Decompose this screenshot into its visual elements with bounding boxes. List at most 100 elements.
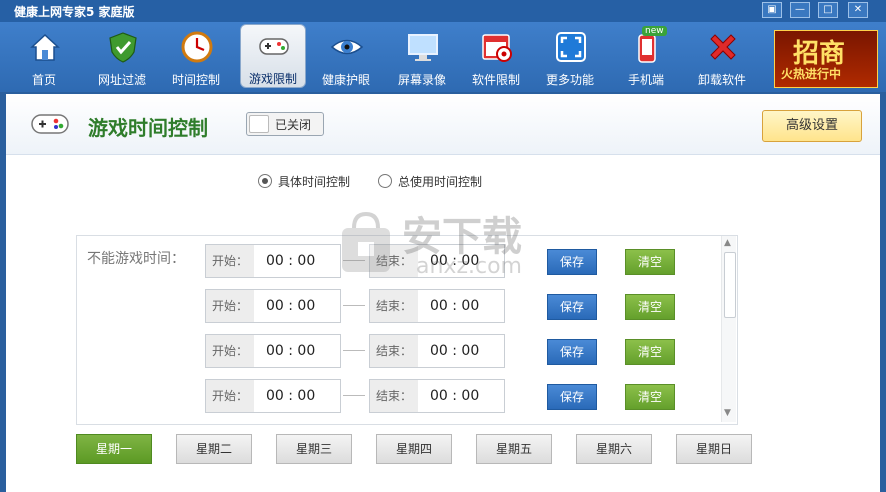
expand-icon [556,32,586,62]
new-badge: new [642,26,667,36]
start-label: 开始： [206,335,254,367]
end-label: 结束： [370,335,418,367]
toolbar-label: 时间控制 [171,73,220,87]
clear-button[interactable]: 清空 [625,294,675,320]
promo-subtitle: 火热进行中 [781,67,842,81]
day-tab-fri[interactable]: 星期五 [476,434,552,464]
day-tab-sun[interactable]: 星期日 [676,434,752,464]
clear-button[interactable]: 清空 [625,339,675,365]
monitor-icon [408,34,438,61]
end-time-value[interactable]: 00 : 00 [430,298,479,314]
save-button[interactable]: 保存 [547,339,597,365]
toolbar-label: 游戏限制 [248,72,297,86]
watermark-bag-icon [342,211,390,272]
end-time-value[interactable]: 00 : 00 [430,388,479,404]
scrollbar-thumb[interactable] [724,252,736,318]
promo-banner[interactable]: 招商 火热进行中 [774,30,878,88]
game-control-toggle[interactable]: 已关闭 [246,112,324,136]
save-button[interactable]: 保存 [547,384,597,410]
toolbar-game-limit[interactable]: 游戏限制 [240,24,306,88]
vertical-scrollbar[interactable]: ▲ ▼ [721,236,736,422]
start-label: 开始： [206,380,254,412]
toolbar-screen-record[interactable]: 屏幕录像 [390,26,454,88]
start-time-value[interactable]: 00 : 00 [266,343,315,359]
range-divider [343,305,365,306]
end-label: 结束： [370,380,418,412]
scroll-down-icon[interactable]: ▼ [724,408,731,418]
title-bar: 健康上网专家5 家庭版 ▣ — □ ✕ [0,0,886,22]
toolbar-label: 卸载软件 [697,73,746,87]
toolbar-more[interactable]: 更多功能 [538,26,602,88]
start-time-field[interactable]: 开始： 00 : 00 [205,379,341,413]
section-header: 游戏时间控制 已关闭 高级设置 [6,94,880,155]
day-tab-tue[interactable]: 星期二 [176,434,252,464]
start-time-value[interactable]: 00 : 00 [266,253,315,269]
end-time-value[interactable]: 00 : 00 [430,343,479,359]
toggle-status-label: 已关闭 [275,118,312,132]
end-time-field[interactable]: 结束： 00 : 00 [369,334,505,368]
schedule-row: 开始： 00 : 00 结束： 00 : 00 保存 清空 [205,334,737,368]
watermark-subtext: anxz.com [416,254,522,279]
scroll-up-icon[interactable]: ▲ [724,238,731,248]
skin-button[interactable]: ▣ [762,2,782,18]
radio-dot [378,174,392,188]
window-title: 健康上网专家5 家庭版 [14,5,135,19]
minimize-button[interactable]: — [790,2,810,18]
eye-icon [330,39,364,55]
home-icon [30,33,60,61]
toolbar-software-limit[interactable]: 软件限制 [464,26,528,88]
toolbar-label: 首页 [31,73,56,87]
toolbar-label: 更多功能 [545,73,594,87]
day-tab-sat[interactable]: 星期六 [576,434,652,464]
uninstall-x-icon [710,34,736,60]
clear-button[interactable]: 清空 [625,384,675,410]
start-time-field[interactable]: 开始： 00 : 00 [205,334,341,368]
end-time-field[interactable]: 结束： 00 : 00 [369,289,505,323]
page-title: 游戏时间控制 [88,116,208,140]
toolbar-home[interactable]: 首页 [12,26,76,88]
toolbar-label: 屏幕录像 [397,73,446,87]
start-time-value[interactable]: 00 : 00 [266,388,315,404]
toolbar-url-filter[interactable]: 网址过滤 [90,26,154,88]
toolbar-uninstall[interactable]: 卸载软件 [690,26,754,88]
app-window: 健康上网专家5 家庭版 ▣ — □ ✕ 首页 网址过滤 时间控制 游戏限制 健康… [0,0,886,492]
main-toolbar: 首页 网址过滤 时间控制 游戏限制 健康护眼 屏幕录像 软件限制 更多功能 ne… [0,22,886,92]
start-label: 开始： [206,245,254,277]
maximize-button[interactable]: □ [818,2,838,18]
start-time-field[interactable]: 开始： 00 : 00 [205,289,341,323]
toolbar-mobile[interactable]: new 手机端 [614,26,678,88]
radio-label: 具体时间控制 [278,175,351,189]
range-divider [343,350,365,351]
clock-icon [181,31,213,63]
start-label: 开始： [206,290,254,322]
save-button[interactable]: 保存 [547,294,597,320]
toolbar-label: 软件限制 [471,73,520,87]
close-button[interactable]: ✕ [848,2,868,18]
schedule-row: 开始： 00 : 00 结束： 00 : 00 保存 清空 [205,379,737,413]
toolbar-label: 手机端 [627,73,664,87]
software-block-icon [482,34,512,62]
watermark: 安下载 anxz.com [336,204,556,288]
clear-button[interactable]: 清空 [625,249,675,275]
day-tab-mon[interactable]: 星期一 [76,434,152,464]
start-time-value[interactable]: 00 : 00 [266,298,315,314]
schedule-row: 开始： 00 : 00 结束： 00 : 00 保存 清空 [205,289,737,323]
gamepad-icon [259,38,289,55]
radio-dot [258,174,272,188]
toolbar-label: 健康护眼 [321,73,370,87]
end-time-field[interactable]: 结束： 00 : 00 [369,379,505,413]
day-tab-thu[interactable]: 星期四 [376,434,452,464]
end-label: 结束： [370,290,418,322]
toggle-knob [249,115,269,133]
toolbar-label: 网址过滤 [97,73,146,87]
toolbar-eye-care[interactable]: 健康护眼 [314,26,378,88]
radio-label: 总使用时间控制 [398,175,483,189]
no-game-time-label: 不能游戏时间： [87,251,185,267]
advanced-settings-button[interactable]: 高级设置 [762,110,862,142]
shield-icon [109,32,137,63]
gamepad-icon [31,114,69,134]
toolbar-time-control[interactable]: 时间控制 [164,26,228,88]
day-tab-wed[interactable]: 星期三 [276,434,352,464]
start-time-field[interactable]: 开始： 00 : 00 [205,244,341,278]
content-panel: 游戏时间控制 已关闭 高级设置 具体时间控制 总使用时间控制 不能游戏时间： 开… [6,94,880,492]
